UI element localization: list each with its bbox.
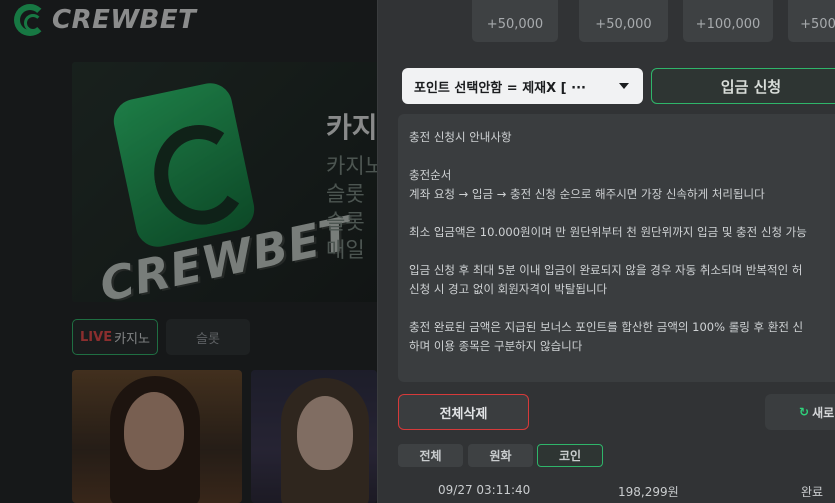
refresh-icon: ↻ — [799, 405, 810, 419]
notice-heading: 충전 신청시 안내사항 — [409, 130, 512, 144]
notice-order-text: 계좌 요청 → 입금 → 충전 신청 순으로 해주시면 가장 신속하게 처리됩니… — [409, 187, 765, 201]
notice-rolling-text: 하며 이용 종목은 구분하지 않습니다 — [409, 339, 583, 353]
deposit-panel: +50,000 +50,000 +100,000 +500 포인트 선택안함 =… — [377, 0, 835, 503]
point-select-dropdown[interactable]: 포인트 선택안함 = 제재X [ ··· — [402, 68, 643, 104]
quick-amount-button[interactable]: +500 — [788, 0, 835, 42]
refresh-label: 새로 — [812, 405, 835, 420]
refresh-button[interactable]: ↻ 새로 — [765, 394, 835, 430]
history-status: 완료 — [801, 485, 824, 499]
deposit-notice: 충전 신청시 안내사항 충전순서 계좌 요청 → 입금 → 충전 신청 순으로 … — [398, 114, 835, 382]
filter-tab-all[interactable]: 전체 — [398, 444, 463, 467]
point-select-value: 포인트 선택안함 = 제재X [ ··· — [414, 80, 586, 96]
notice-cancel-text: 신청 시 경고 없이 회원자격이 박탈됩니다 — [409, 282, 608, 296]
quick-amount-button[interactable]: +50,000 — [579, 0, 668, 42]
quick-amount-button[interactable]: +50,000 — [472, 0, 558, 42]
filter-tab-coin[interactable]: 코인 — [537, 444, 603, 467]
chevron-down-icon — [619, 83, 629, 89]
history-datetime: 09/27 03:11:40 — [438, 483, 531, 497]
filter-tab-krw[interactable]: 원화 — [468, 444, 533, 467]
quick-amount-button[interactable]: +100,000 — [683, 0, 773, 42]
notice-min-text: 최소 입금액은 10.000원이며 만 원단위부터 천 원단위까지 입금 및 충… — [409, 225, 807, 239]
history-amount: 198,299원 — [618, 485, 679, 499]
notice-order-title: 충전순서 — [409, 168, 452, 182]
notice-rolling-text: 충전 완료된 금액은 지급된 보너스 포인트를 합산한 금액의 100% 롤링 … — [409, 320, 804, 334]
notice-cancel-text: 입금 신청 후 최대 5분 이내 입금이 완료되지 않을 경우 자동 취소되며 … — [409, 263, 803, 277]
deposit-request-button[interactable]: 입금 신청 — [651, 68, 835, 104]
quick-amount-row: +50,000 +50,000 +100,000 +500 — [378, 0, 835, 44]
history-row: 09/27 03:11:40 198,299원 완료 — [378, 481, 835, 503]
delete-all-button[interactable]: 전체삭제 — [398, 394, 529, 430]
